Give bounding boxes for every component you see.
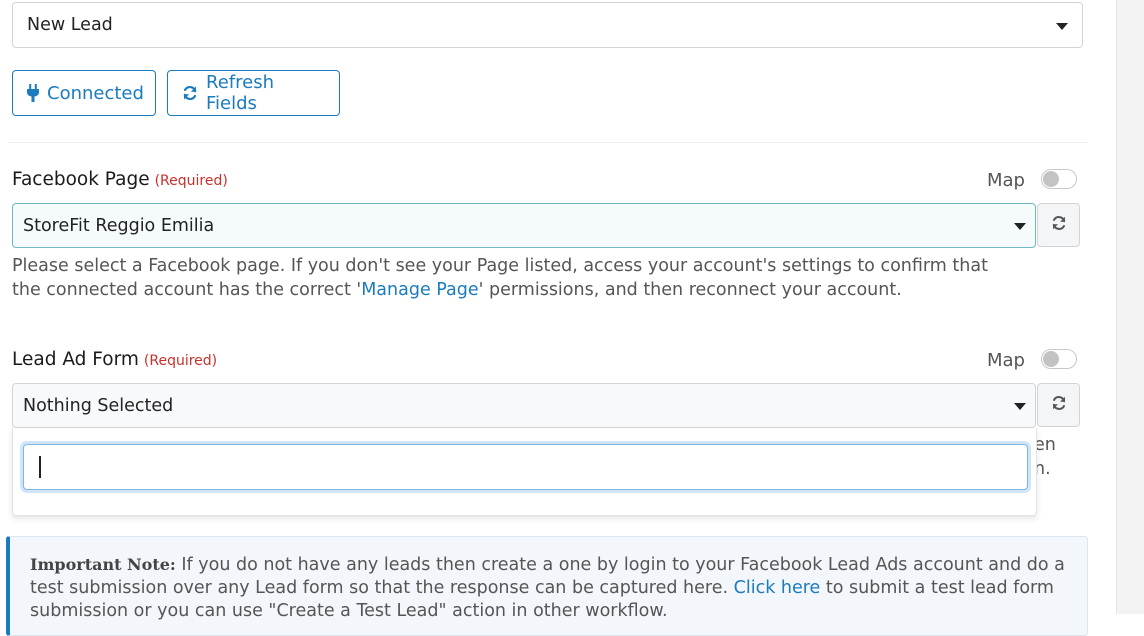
chevron-down-icon <box>1056 23 1068 30</box>
important-note: Important Note: If you do not have any l… <box>6 536 1088 636</box>
chevron-down-icon <box>1014 223 1026 230</box>
toggle-knob <box>1043 351 1059 367</box>
connected-label: Connected <box>47 82 144 104</box>
manage-page-link[interactable]: Manage Page <box>361 280 478 300</box>
chevron-down-icon <box>1014 403 1026 410</box>
required-badge: (Required) <box>154 173 228 189</box>
connected-button[interactable]: Connected <box>12 70 156 116</box>
lead-ad-form-map-toggle[interactable] <box>1041 349 1077 369</box>
click-here-link[interactable]: Click here <box>734 578 821 598</box>
help-text-peek-line1: en <box>1034 435 1056 455</box>
text-cursor <box>39 456 41 478</box>
note-title: Important Note: <box>30 555 176 574</box>
lead-ad-form-value: Nothing Selected <box>23 395 174 416</box>
facebook-page-refresh-button[interactable] <box>1037 203 1080 247</box>
facebook-page-value: StoreFit Reggio Emilia <box>23 215 215 236</box>
right-gutter <box>1116 0 1144 614</box>
facebook-page-label: Facebook Page (Required) <box>12 169 228 190</box>
section-divider <box>8 142 1088 143</box>
lead-ad-form-select[interactable]: Nothing Selected <box>12 383 1036 428</box>
lead-ad-form-refresh-button[interactable] <box>1037 383 1080 427</box>
lead-ad-form-label: Lead Ad Form (Required) <box>12 349 217 370</box>
plug-icon <box>27 84 39 102</box>
lead-ad-form-label-text: Lead Ad Form <box>12 349 139 370</box>
refresh-icon <box>1051 395 1067 415</box>
lead-ad-form-map-label: Map <box>987 350 1025 371</box>
toggle-knob <box>1043 171 1059 187</box>
help-text-after: ' permissions, and then reconnect your a… <box>478 280 902 300</box>
facebook-page-help-text: Please select a Facebook page. If you do… <box>12 254 1012 302</box>
facebook-page-map-toggle[interactable] <box>1041 169 1077 189</box>
refresh-icon <box>1051 215 1067 235</box>
required-badge: (Required) <box>143 353 218 369</box>
facebook-page-select[interactable]: StoreFit Reggio Emilia <box>12 203 1036 248</box>
lead-ad-form-dropdown <box>12 428 1037 516</box>
refresh-fields-button[interactable]: Refresh Fields <box>167 70 340 116</box>
facebook-page-label-text: Facebook Page <box>12 169 150 190</box>
trigger-event-value: New Lead <box>27 15 113 35</box>
lead-ad-form-search-input[interactable] <box>23 444 1028 490</box>
refresh-fields-label: Refresh Fields <box>206 72 274 114</box>
refresh-icon <box>182 85 198 101</box>
trigger-event-select[interactable]: New Lead <box>12 2 1083 48</box>
facebook-page-map-label: Map <box>987 170 1025 191</box>
